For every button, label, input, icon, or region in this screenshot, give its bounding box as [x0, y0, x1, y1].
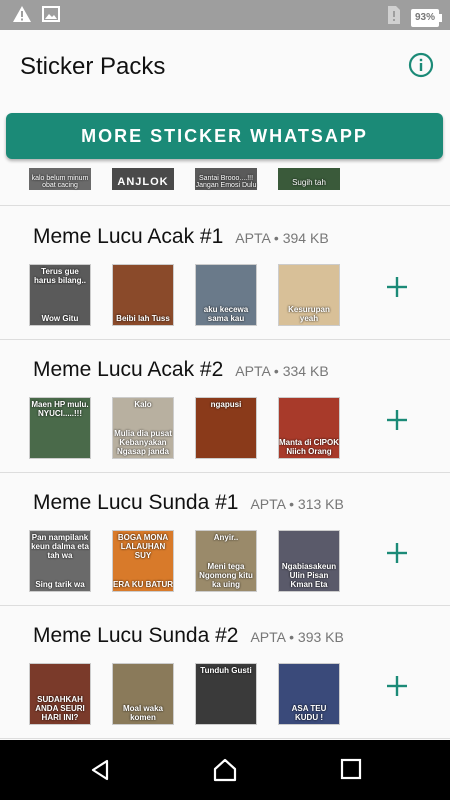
more-sticker-button[interactable]: MORE STICKER WHATSAPP — [6, 113, 443, 159]
sticker-thumb: Terus gue harus bilang.. Wow Gitu — [29, 264, 91, 326]
recents-icon[interactable] — [340, 758, 362, 785]
sticker-thumb: Beibi lah Tuss — [112, 264, 174, 326]
battery-level: 93% — [414, 11, 435, 23]
no-sim-icon — [387, 5, 401, 30]
sticker-thumb: Sugih tah — [278, 168, 340, 190]
info-icon[interactable] — [408, 52, 434, 78]
app-bar: Sticker Packs — [0, 30, 450, 102]
sticker-thumb: Maen HP mulu. NYUCI.....!!! — [29, 397, 91, 459]
sticker-pack-row[interactable]: Meme Lucu Acak #1 APTA • 394 KB Terus gu… — [0, 207, 450, 340]
sticker-thumb: Anyir.. Meni tega Ngomong kitu ka uing — [195, 530, 257, 592]
pack-meta: APTA • 334 KB — [235, 363, 329, 379]
image-icon — [42, 6, 60, 27]
battery-icon: 93% — [411, 8, 442, 27]
pack-meta: APTA • 394 KB — [235, 230, 329, 246]
back-icon[interactable] — [88, 758, 112, 787]
sticker-thumb: aku kecewa sama kau — [195, 264, 257, 326]
sticker-caption: Sugih tah — [292, 178, 326, 187]
add-pack-icon[interactable] — [383, 672, 411, 700]
add-pack-icon[interactable] — [383, 539, 411, 567]
sticker-thumb: Pan nampilank keun dalma eta tah wa Sing … — [29, 530, 91, 592]
sticker-thumb: SUDAHKAH ANDA SEURI HARI INI? — [29, 663, 91, 725]
add-pack-icon[interactable] — [383, 406, 411, 434]
sticker-thumb: Kesurupan yeah — [278, 264, 340, 326]
sticker-pack-row[interactable]: Meme Lucu Sunda #1 APTA • 313 KB Pan nam… — [0, 473, 450, 606]
page-title: Sticker Packs — [20, 53, 166, 80]
sticker-caption: Santai Brooo....!!! Jangan Emosi Dulu — [195, 175, 257, 189]
sticker-thumb: Tunduh Gusti — [195, 663, 257, 725]
sticker-thumb: Kalo Mulia dia pusat Kebanyakan Ngasap ja… — [112, 397, 174, 459]
pack-name: Meme Lucu Sunda #2 — [33, 624, 239, 647]
status-bar: 93% — [0, 0, 450, 30]
sticker-caption: kalo belum minum obat cacing — [31, 175, 89, 189]
sticker-thumb: ngapusi — [195, 397, 257, 459]
sticker-thumb: BOGA MONA LALAUHAN SUY ERA KU BATUR — [112, 530, 174, 592]
pack-name: Meme Lucu Acak #2 — [33, 358, 224, 381]
pack-meta: APTA • 393 KB — [250, 629, 344, 645]
sticker-pack-row[interactable]: Meme Lucu Acak #2 APTA • 334 KB Maen HP … — [0, 340, 450, 473]
sticker-thumb: ASA TEU KUDU ! — [278, 663, 340, 725]
sticker-thumb: Santai Brooo....!!! Jangan Emosi Dulu — [195, 168, 257, 190]
sticker-pack-row[interactable]: Meme Lucu Sunda #2 APTA • 393 KB SUDAHKA… — [0, 606, 450, 739]
warning-icon — [12, 5, 32, 28]
add-pack-icon[interactable] — [383, 273, 411, 301]
sticker-thumb: Manta di CIPOK Niich Orang — [278, 397, 340, 459]
home-icon[interactable] — [212, 758, 238, 787]
pack-name: Meme Lucu Acak #1 — [33, 225, 224, 248]
sticker-thumb: kalo belum minum obat cacing — [29, 168, 91, 190]
partial-pack-row[interactable]: kalo belum minum obat cacing ANJLOK Sant… — [0, 168, 450, 206]
sticker-caption: ANJLOK — [117, 176, 169, 188]
pack-name: Meme Lucu Sunda #1 — [33, 491, 239, 514]
navigation-bar — [0, 740, 450, 800]
sticker-thumb: Ngabiasakeun Ulin Pisan Kman Eta — [278, 530, 340, 592]
sticker-thumb: ANJLOK — [112, 168, 174, 190]
pack-meta: APTA • 313 KB — [250, 496, 344, 512]
sticker-thumb: Moal waka komen — [112, 663, 174, 725]
